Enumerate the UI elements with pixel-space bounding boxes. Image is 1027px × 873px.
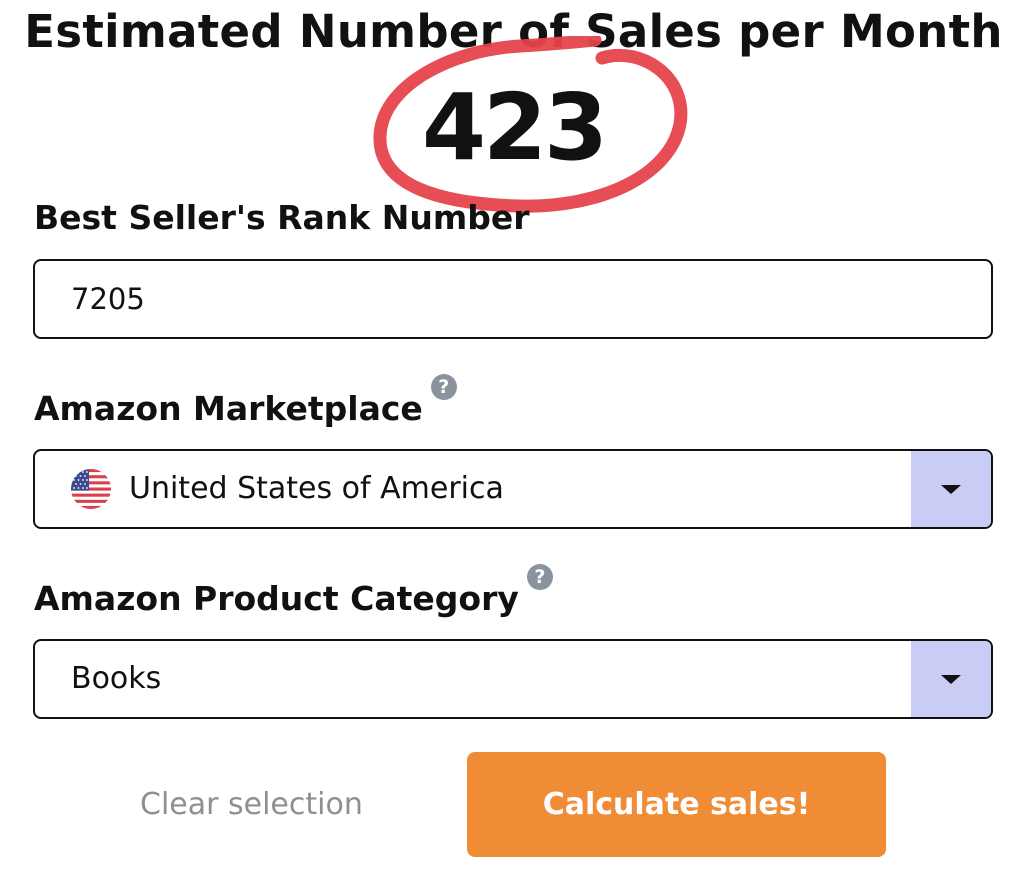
rank-label-text: Best Seller's Rank Number [34, 198, 530, 237]
us-flag-icon [71, 469, 111, 509]
category-select[interactable]: Books [33, 639, 993, 719]
chevron-down-icon [941, 674, 961, 684]
marketplace-select[interactable]: United States of America [33, 449, 993, 529]
marketplace-selected-value: United States of America [129, 471, 504, 506]
sales-estimator: Estimated Number of Sales per Month 423 … [0, 0, 1027, 873]
clear-selection-link[interactable]: Clear selection [140, 784, 363, 826]
rank-input[interactable] [35, 261, 951, 337]
category-label: Amazon Product Category? [34, 564, 553, 620]
marketplace-label-text: Amazon Marketplace [34, 389, 423, 428]
category-selected-value: Books [71, 661, 162, 696]
rank-label: Best Seller's Rank Number [34, 197, 529, 239]
marketplace-label: Amazon Marketplace? [34, 374, 457, 430]
marketplace-dropdown-toggle[interactable] [911, 451, 991, 527]
rank-input-box[interactable] [33, 259, 993, 339]
estimated-sales-value: 423 [421, 74, 608, 181]
chevron-down-icon [941, 484, 961, 494]
calculate-sales-button[interactable]: Calculate sales! [467, 752, 886, 857]
help-icon[interactable]: ? [430, 374, 457, 400]
help-icon[interactable]: ? [526, 564, 553, 590]
category-label-text: Amazon Product Category [34, 579, 519, 618]
category-dropdown-toggle[interactable] [911, 641, 991, 717]
result-title: Estimated Number of Sales per Month [24, 5, 1003, 58]
